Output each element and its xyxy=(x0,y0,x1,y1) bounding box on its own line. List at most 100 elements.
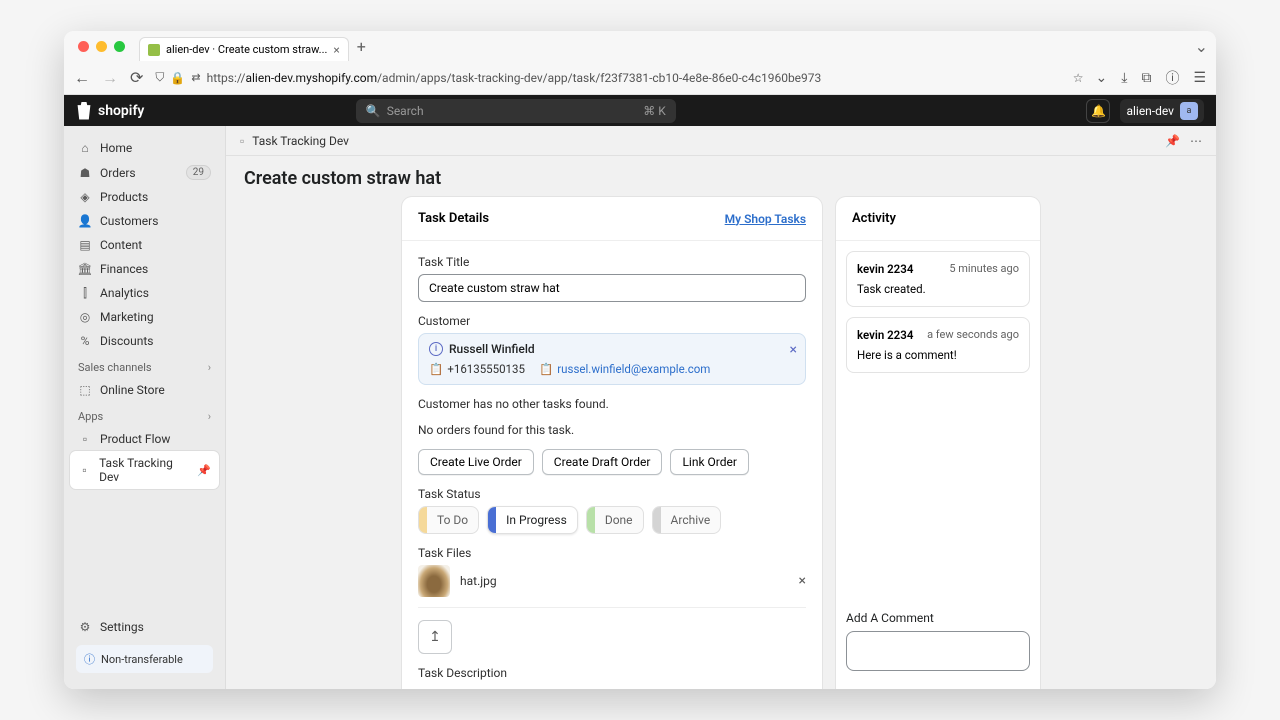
tab-overflow-icon[interactable]: ⌄ xyxy=(1195,37,1208,56)
shopify-bag-icon xyxy=(76,102,92,120)
sales-channels-header[interactable]: Sales channels› xyxy=(70,353,219,378)
activity-text: Here is a comment! xyxy=(857,348,1019,362)
nav-finances[interactable]: 🏛 Finances xyxy=(70,257,219,281)
more-icon[interactable]: ⋯ xyxy=(1190,134,1202,148)
store-name: alien-dev xyxy=(1126,104,1174,118)
link-order-button[interactable]: Link Order xyxy=(670,449,748,475)
window-controls[interactable] xyxy=(72,41,131,52)
nav-content[interactable]: ▤Content xyxy=(70,233,219,257)
nav-label: Online Store xyxy=(100,383,165,397)
brand-text: shopify xyxy=(98,103,144,119)
my-shop-tasks-link[interactable]: My Shop Tasks xyxy=(725,212,806,226)
gear-icon: ⚙ xyxy=(78,620,92,634)
new-tab-button[interactable]: + xyxy=(357,37,366,56)
customer-email[interactable]: 📋russel.winfield@example.com xyxy=(539,362,710,376)
url-path: /admin/apps/task-tracking-dev/app/task/f… xyxy=(377,71,821,85)
extensions-icon[interactable]: ⧉ xyxy=(1141,70,1151,86)
reload-button[interactable]: ⟳ xyxy=(130,68,143,88)
nav-orders[interactable]: ☗Orders29 xyxy=(70,160,219,185)
upload-file-button[interactable]: ↥ xyxy=(418,620,452,654)
info-icon[interactable]: i xyxy=(429,342,443,356)
browser-tab[interactable]: alien-dev · Create custom straw... × xyxy=(139,37,349,61)
files-label: Task Files xyxy=(418,546,806,560)
nav-label: Products xyxy=(100,190,148,204)
status-todo[interactable]: To Do xyxy=(418,506,479,534)
status-done[interactable]: Done xyxy=(586,506,644,534)
card-title: Activity xyxy=(852,211,896,226)
status-archive[interactable]: Archive xyxy=(652,506,722,534)
admin-sidebar: ⌂Home ☗Orders29 ◈ Products 👤 Customers ▤Co… xyxy=(64,126,226,689)
close-tab-icon[interactable]: × xyxy=(333,43,339,57)
activity-card: Activity kevin 22345 minutes ago Task cr… xyxy=(836,197,1040,689)
customer-phone[interactable]: 📋+16135550135 xyxy=(429,362,525,376)
nav-label: Analytics xyxy=(100,286,149,300)
address-bar[interactable]: ⛉ 🔒 ⇄ https://alien-dev.myshopify.com/ad… xyxy=(155,70,1083,85)
nav-app-task-tracking[interactable]: ▫ Task Tracking Dev 📌 xyxy=(70,451,219,489)
menu-icon[interactable]: ☰ xyxy=(1193,70,1206,86)
customer-name[interactable]: Russell Winfield xyxy=(449,342,535,356)
minimize-window-icon[interactable] xyxy=(96,41,107,52)
shield-icon[interactable]: ⛉ xyxy=(155,70,164,85)
store-avatar: a xyxy=(1180,102,1198,120)
shopify-logo[interactable]: shopify xyxy=(76,102,144,120)
pin-app-icon[interactable]: 📌 xyxy=(1165,134,1180,148)
global-search[interactable]: 🔍Search ⌘ K xyxy=(356,99,676,123)
products-icon: ◈ xyxy=(78,190,92,204)
activity-item: kevin 22345 minutes ago Task created. xyxy=(846,251,1030,307)
non-transferable-banner[interactable]: ⓘNon-transferable xyxy=(76,645,213,673)
create-draft-order-button[interactable]: Create Draft Order xyxy=(542,449,663,475)
chevron-right-icon: › xyxy=(208,410,211,423)
task-title-input[interactable] xyxy=(418,274,806,302)
close-window-icon[interactable] xyxy=(78,41,89,52)
nav-label: Finances xyxy=(100,262,148,276)
activity-time: a few seconds ago xyxy=(927,328,1019,342)
customers-icon: 👤 xyxy=(78,214,92,228)
lock-icon[interactable]: 🔒 xyxy=(170,71,185,85)
status-in-progress[interactable]: In Progress xyxy=(487,506,578,534)
file-thumbnail[interactable] xyxy=(418,565,450,597)
nav-label: Settings xyxy=(100,620,144,634)
nav-settings[interactable]: ⚙ Settings xyxy=(70,615,219,639)
nav-home[interactable]: ⌂Home xyxy=(70,136,219,160)
no-orders-text: No orders found for this task. xyxy=(418,423,806,437)
nav-products[interactable]: ◈ Products xyxy=(70,185,219,209)
forward-button: → xyxy=(102,68,118,88)
task-details-card: Task Details My Shop Tasks Task Title Cu… xyxy=(402,197,822,689)
comment-input[interactable] xyxy=(846,631,1030,671)
file-name: hat.jpg xyxy=(460,574,497,588)
finances-icon: 🏛 xyxy=(78,262,92,276)
pin-icon[interactable]: 📌 xyxy=(197,464,211,477)
nav-label: Marketing xyxy=(100,310,154,324)
nav-marketing[interactable]: ◎Marketing xyxy=(70,305,219,329)
bookmark-icon[interactable]: ☆ xyxy=(1073,71,1084,85)
breadcrumb[interactable]: Task Tracking Dev xyxy=(252,134,349,148)
permissions-icon[interactable]: ⇄ xyxy=(191,71,200,84)
nav-customers[interactable]: 👤 Customers xyxy=(70,209,219,233)
nav-discounts[interactable]: %Discounts xyxy=(70,329,219,353)
apps-header[interactable]: Apps› xyxy=(70,402,219,427)
nav-label: Customers xyxy=(100,214,158,228)
store-switcher[interactable]: alien-dev a xyxy=(1120,99,1204,123)
pocket-icon[interactable]: ⌄ xyxy=(1096,70,1108,86)
notifications-button[interactable]: 🔔 xyxy=(1086,99,1110,123)
analytics-icon: ⫿ xyxy=(78,286,92,300)
maximize-window-icon[interactable] xyxy=(114,41,125,52)
search-shortcut: ⌘ K xyxy=(643,104,666,118)
comment-label: Add A Comment xyxy=(846,611,1030,625)
chevron-right-icon: › xyxy=(208,361,211,374)
back-button[interactable]: ← xyxy=(74,68,90,88)
nav-app-product-flow[interactable]: ▫Product Flow xyxy=(70,427,219,451)
create-live-order-button[interactable]: Create Live Order xyxy=(418,449,534,475)
nav-label: Content xyxy=(100,238,142,252)
app-topbar: ▫ Task Tracking Dev 📌 ⋯ xyxy=(226,126,1216,156)
account-icon[interactable]: ⓘ xyxy=(1165,68,1179,88)
nav-label: Orders xyxy=(100,166,136,180)
app-icon: ▫ xyxy=(78,463,91,477)
nav-online-store[interactable]: ⬚Online Store xyxy=(70,378,219,402)
downloads-icon[interactable]: ⤓ xyxy=(1121,70,1127,86)
url-scheme: https:// xyxy=(207,71,246,85)
nav-analytics[interactable]: ⫿ Analytics xyxy=(70,281,219,305)
remove-file-icon[interactable]: × xyxy=(799,573,806,589)
remove-customer-icon[interactable]: × xyxy=(790,342,797,358)
nav-label: Task Tracking Dev xyxy=(99,456,189,484)
